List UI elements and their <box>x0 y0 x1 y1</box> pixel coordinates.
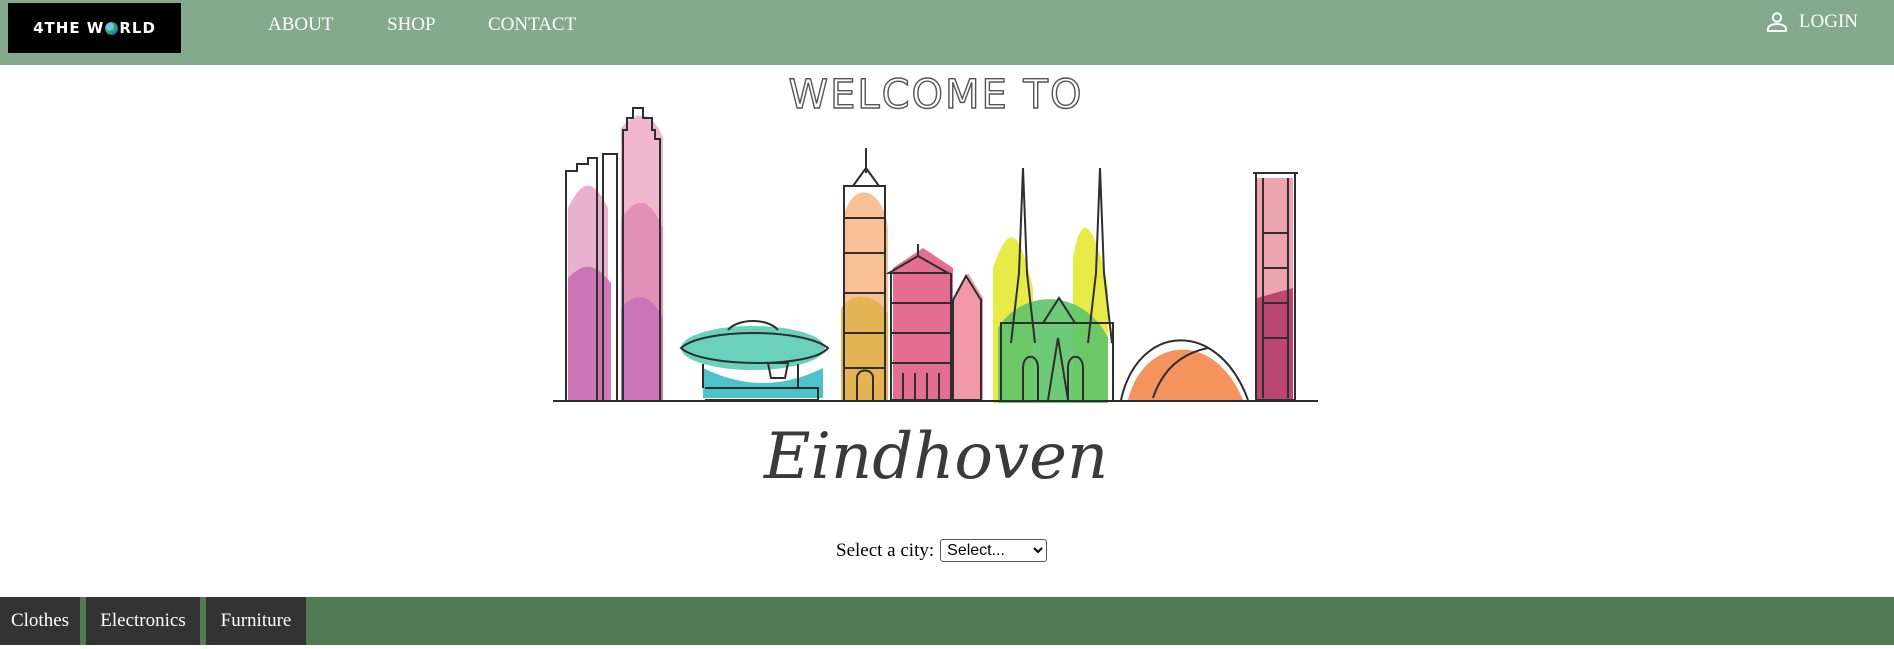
city-select-row: Select a city: Select... <box>836 539 1048 562</box>
nav-shop-link[interactable]: SHOP <box>387 14 436 36</box>
nav-about-link[interactable]: ABOUT <box>268 14 333 36</box>
category-tab-clothes[interactable]: Clothes <box>0 597 80 645</box>
category-tab-electronics[interactable]: Electronics <box>86 597 200 645</box>
city-select-label: Select a city: <box>836 539 935 561</box>
welcome-heading: WELCOME TO <box>789 72 1084 118</box>
user-icon <box>1765 10 1789 34</box>
skyline-illustration <box>553 107 1318 403</box>
login-label: LOGIN <box>1798 11 1858 32</box>
city-select[interactable]: Select... <box>940 539 1048 562</box>
globe-icon <box>105 21 119 35</box>
top-navigation-bar: 4THE W RLD ABOUT SHOP CONTACT LOGIN <box>0 0 1894 65</box>
category-tab-furniture[interactable]: Furniture <box>206 597 306 645</box>
category-bar: Clothes Electronics Furniture <box>0 597 1894 645</box>
page: 4THE W RLD ABOUT SHOP CONTACT LOGIN WELCO… <box>0 0 1894 649</box>
logo-text-right: RLD <box>119 19 156 37</box>
site-logo[interactable]: 4THE W RLD <box>8 3 181 53</box>
nav-contact-link[interactable]: CONTACT <box>488 14 576 36</box>
logo-text-left: 4THE W <box>33 19 105 37</box>
welcome-eindhoven-banner: WELCOME TO Eindhoven <box>553 68 1318 518</box>
city-name-script: Eindhoven <box>763 420 1108 494</box>
login-link[interactable]: LOGIN <box>1765 10 1858 34</box>
